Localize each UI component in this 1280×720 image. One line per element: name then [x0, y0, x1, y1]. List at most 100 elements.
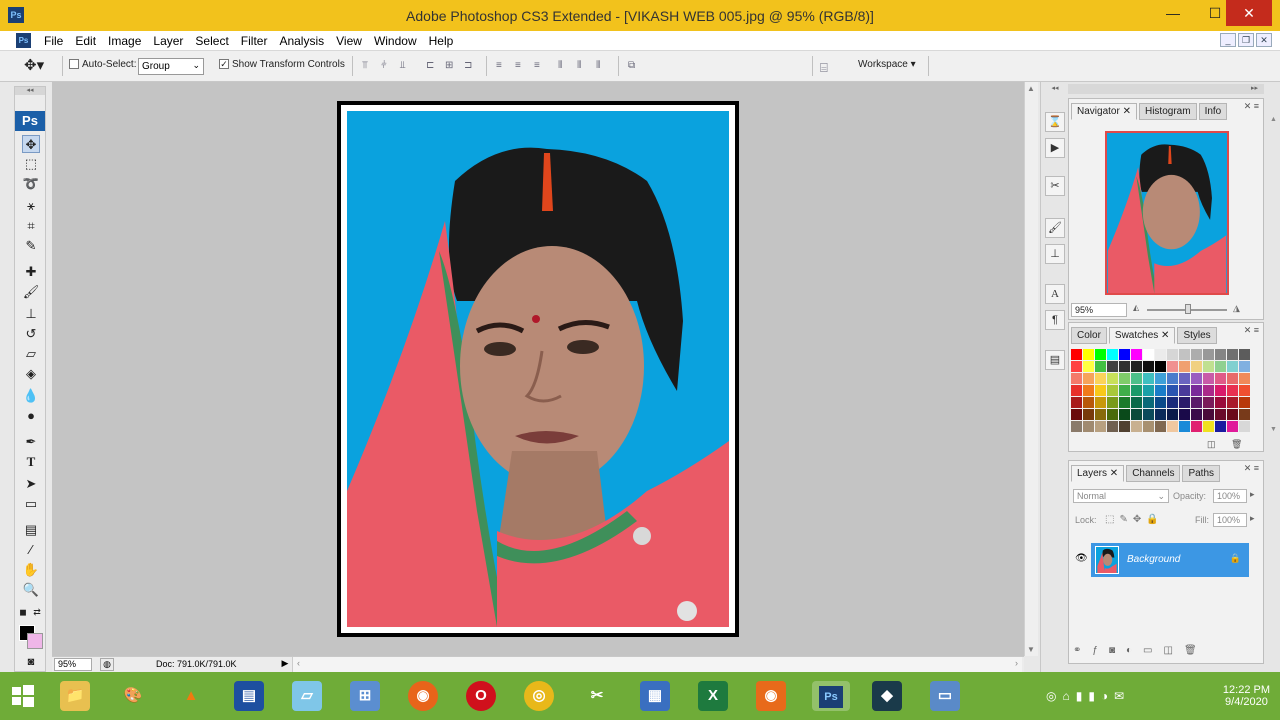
move-tool-preset-icon[interactable]: ✥▾ — [24, 56, 44, 74]
swatch-cell[interactable] — [1215, 373, 1226, 384]
swatch-cell[interactable] — [1227, 421, 1238, 432]
align-left-icon[interactable]: ⊏ — [426, 60, 440, 72]
document-icon[interactable]: Ps — [16, 33, 31, 48]
lock-icons[interactable]: ⬚✎✥🔒 — [1105, 514, 1164, 525]
zoom-out-icon[interactable]: ◭ — [1133, 303, 1139, 312]
swatch-cell[interactable] — [1203, 373, 1214, 384]
distribute-bottom-icon[interactable]: ≡ — [534, 60, 548, 72]
swatch-cell[interactable] — [1119, 409, 1130, 420]
swatch-cell[interactable] — [1155, 349, 1166, 360]
align-hcenter-icon[interactable]: ⊞ — [445, 60, 459, 72]
crop-tool-icon[interactable]: ⌗ — [22, 217, 40, 235]
swatch-cell[interactable] — [1179, 397, 1190, 408]
firefox-icon[interactable]: ◉ — [408, 681, 438, 711]
photoshop-taskbar-icon[interactable]: Ps — [812, 681, 850, 711]
photoshop-logo[interactable]: Ps — [15, 111, 45, 131]
swatch-cell[interactable] — [1119, 361, 1130, 372]
distribute-vcenter-icon[interactable]: ≡ — [515, 60, 529, 72]
swatch-cell[interactable] — [1191, 409, 1202, 420]
swatch-cell[interactable] — [1095, 385, 1106, 396]
swatch-cell[interactable] — [1119, 349, 1130, 360]
distribute-hcenter-icon[interactable]: ⦀ — [577, 60, 591, 72]
zoom-slider-handle[interactable] — [1185, 304, 1191, 314]
swatch-cell[interactable] — [1083, 361, 1094, 372]
swatch-cell[interactable] — [1095, 361, 1106, 372]
swatch-cell[interactable] — [1191, 385, 1202, 396]
eyedropper-tool-icon[interactable]: ⁄ — [22, 541, 40, 559]
scroll-up-icon[interactable]: ▲ — [1270, 116, 1277, 123]
zoom-in-icon[interactable]: ◮ — [1233, 303, 1240, 314]
swatch-cell[interactable] — [1215, 361, 1226, 372]
swatch-cell[interactable] — [1143, 385, 1154, 396]
video-editor-icon[interactable]: ◆ — [872, 681, 902, 711]
swatch-cell[interactable] — [1143, 349, 1154, 360]
paragraph-panel-icon[interactable]: ¶ — [1045, 310, 1065, 330]
swatch-cell[interactable] — [1239, 361, 1250, 372]
layer-style-icon[interactable]: ƒ — [1092, 645, 1109, 656]
swatch-cell[interactable] — [1239, 397, 1250, 408]
swatch-cell[interactable] — [1203, 385, 1214, 396]
swatch-cell[interactable] — [1167, 397, 1178, 408]
menu-file[interactable]: File — [38, 33, 69, 49]
align-bottom-icon[interactable]: ⫫ — [400, 60, 414, 72]
swatch-cell[interactable] — [1167, 421, 1178, 432]
excel-icon[interactable]: X — [698, 681, 728, 711]
tab-histogram[interactable]: Histogram — [1138, 103, 1197, 120]
file-explorer-icon[interactable]: 📁 — [60, 681, 90, 711]
swatch-cell[interactable] — [1227, 373, 1238, 384]
swatch-cell[interactable] — [1131, 397, 1142, 408]
tab-navigator[interactable]: Navigator ✕ — [1071, 103, 1137, 120]
swatch-cell[interactable] — [1095, 421, 1106, 432]
scroll-right-icon[interactable]: › — [1015, 658, 1018, 668]
swatch-cell[interactable] — [1155, 361, 1166, 372]
scanner-app-icon[interactable]: ▤ — [234, 681, 264, 711]
clone-source-icon[interactable]: ⊥ — [1045, 244, 1065, 264]
swatch-cell[interactable] — [1155, 421, 1166, 432]
swatch-cell[interactable] — [1143, 397, 1154, 408]
swatch-cell[interactable] — [1071, 421, 1082, 432]
character-panel-icon[interactable]: A — [1045, 284, 1065, 304]
menu-filter[interactable]: Filter — [235, 33, 274, 49]
start-button[interactable] — [0, 672, 46, 720]
swatch-cell[interactable] — [1095, 409, 1106, 420]
tab-info[interactable]: Info — [1198, 103, 1228, 120]
zoom-tool-icon[interactable]: 🔍 — [22, 581, 40, 599]
snipping-tool-icon[interactable]: ✂ — [582, 681, 612, 711]
swatch-cell[interactable] — [1179, 409, 1190, 420]
swatch-cell[interactable] — [1215, 349, 1226, 360]
swap-colors-icon[interactable]: ⇄ — [31, 603, 43, 621]
swatch-cell[interactable] — [1167, 349, 1178, 360]
swatch-cell[interactable] — [1119, 397, 1130, 408]
align-vcenter-icon[interactable]: ⫩ — [381, 60, 395, 72]
swatch-cell[interactable] — [1083, 385, 1094, 396]
distribute-left-icon[interactable]: ⦀ — [558, 60, 572, 72]
panel-menu-icon[interactable]: ✕ ≡ — [1244, 463, 1259, 474]
scroll-left-icon[interactable]: ‹ — [297, 658, 300, 668]
move-tool-icon[interactable]: ✥ — [22, 135, 40, 153]
swatch-cell[interactable] — [1179, 421, 1190, 432]
swatch-cell[interactable] — [1227, 385, 1238, 396]
delete-layer-icon[interactable]: 🗑 — [1184, 645, 1208, 656]
quick-mask-icon[interactable]: ◙ — [22, 653, 40, 671]
menu-analysis[interactable]: Analysis — [273, 33, 330, 49]
swatch-cell[interactable] — [1191, 421, 1202, 432]
fill-field[interactable]: 100% — [1213, 513, 1247, 527]
type-tool-icon[interactable]: T — [22, 453, 40, 471]
zoom-field[interactable]: 95% — [54, 658, 92, 671]
paint-bucket-tool-icon[interactable]: ◈ — [22, 365, 40, 383]
tab-channels[interactable]: Channels — [1126, 465, 1181, 482]
menu-view[interactable]: View — [330, 33, 368, 49]
swatch-cell[interactable] — [1239, 421, 1250, 432]
workspace-button[interactable]: Workspace ▾ — [858, 59, 916, 70]
fill-arrow-icon[interactable]: ▸ — [1250, 513, 1255, 524]
new-swatch-icon[interactable]: ◫ — [1207, 439, 1216, 450]
history-brush-tool-icon[interactable]: ↺ — [22, 325, 40, 343]
swatch-cell[interactable] — [1179, 385, 1190, 396]
new-layer-icon[interactable]: ◫ — [1164, 645, 1184, 656]
canvas-horizontal-scrollbar[interactable]: ‹ › — [292, 657, 1022, 672]
eye-icon[interactable]: 👁 — [1075, 553, 1088, 564]
opacity-arrow-icon[interactable]: ▸ — [1250, 489, 1255, 500]
tab-styles[interactable]: Styles — [1177, 327, 1217, 344]
swatch-grid[interactable] — [1071, 349, 1250, 432]
auto-select-dropdown[interactable]: Group ⌄ — [138, 58, 204, 75]
